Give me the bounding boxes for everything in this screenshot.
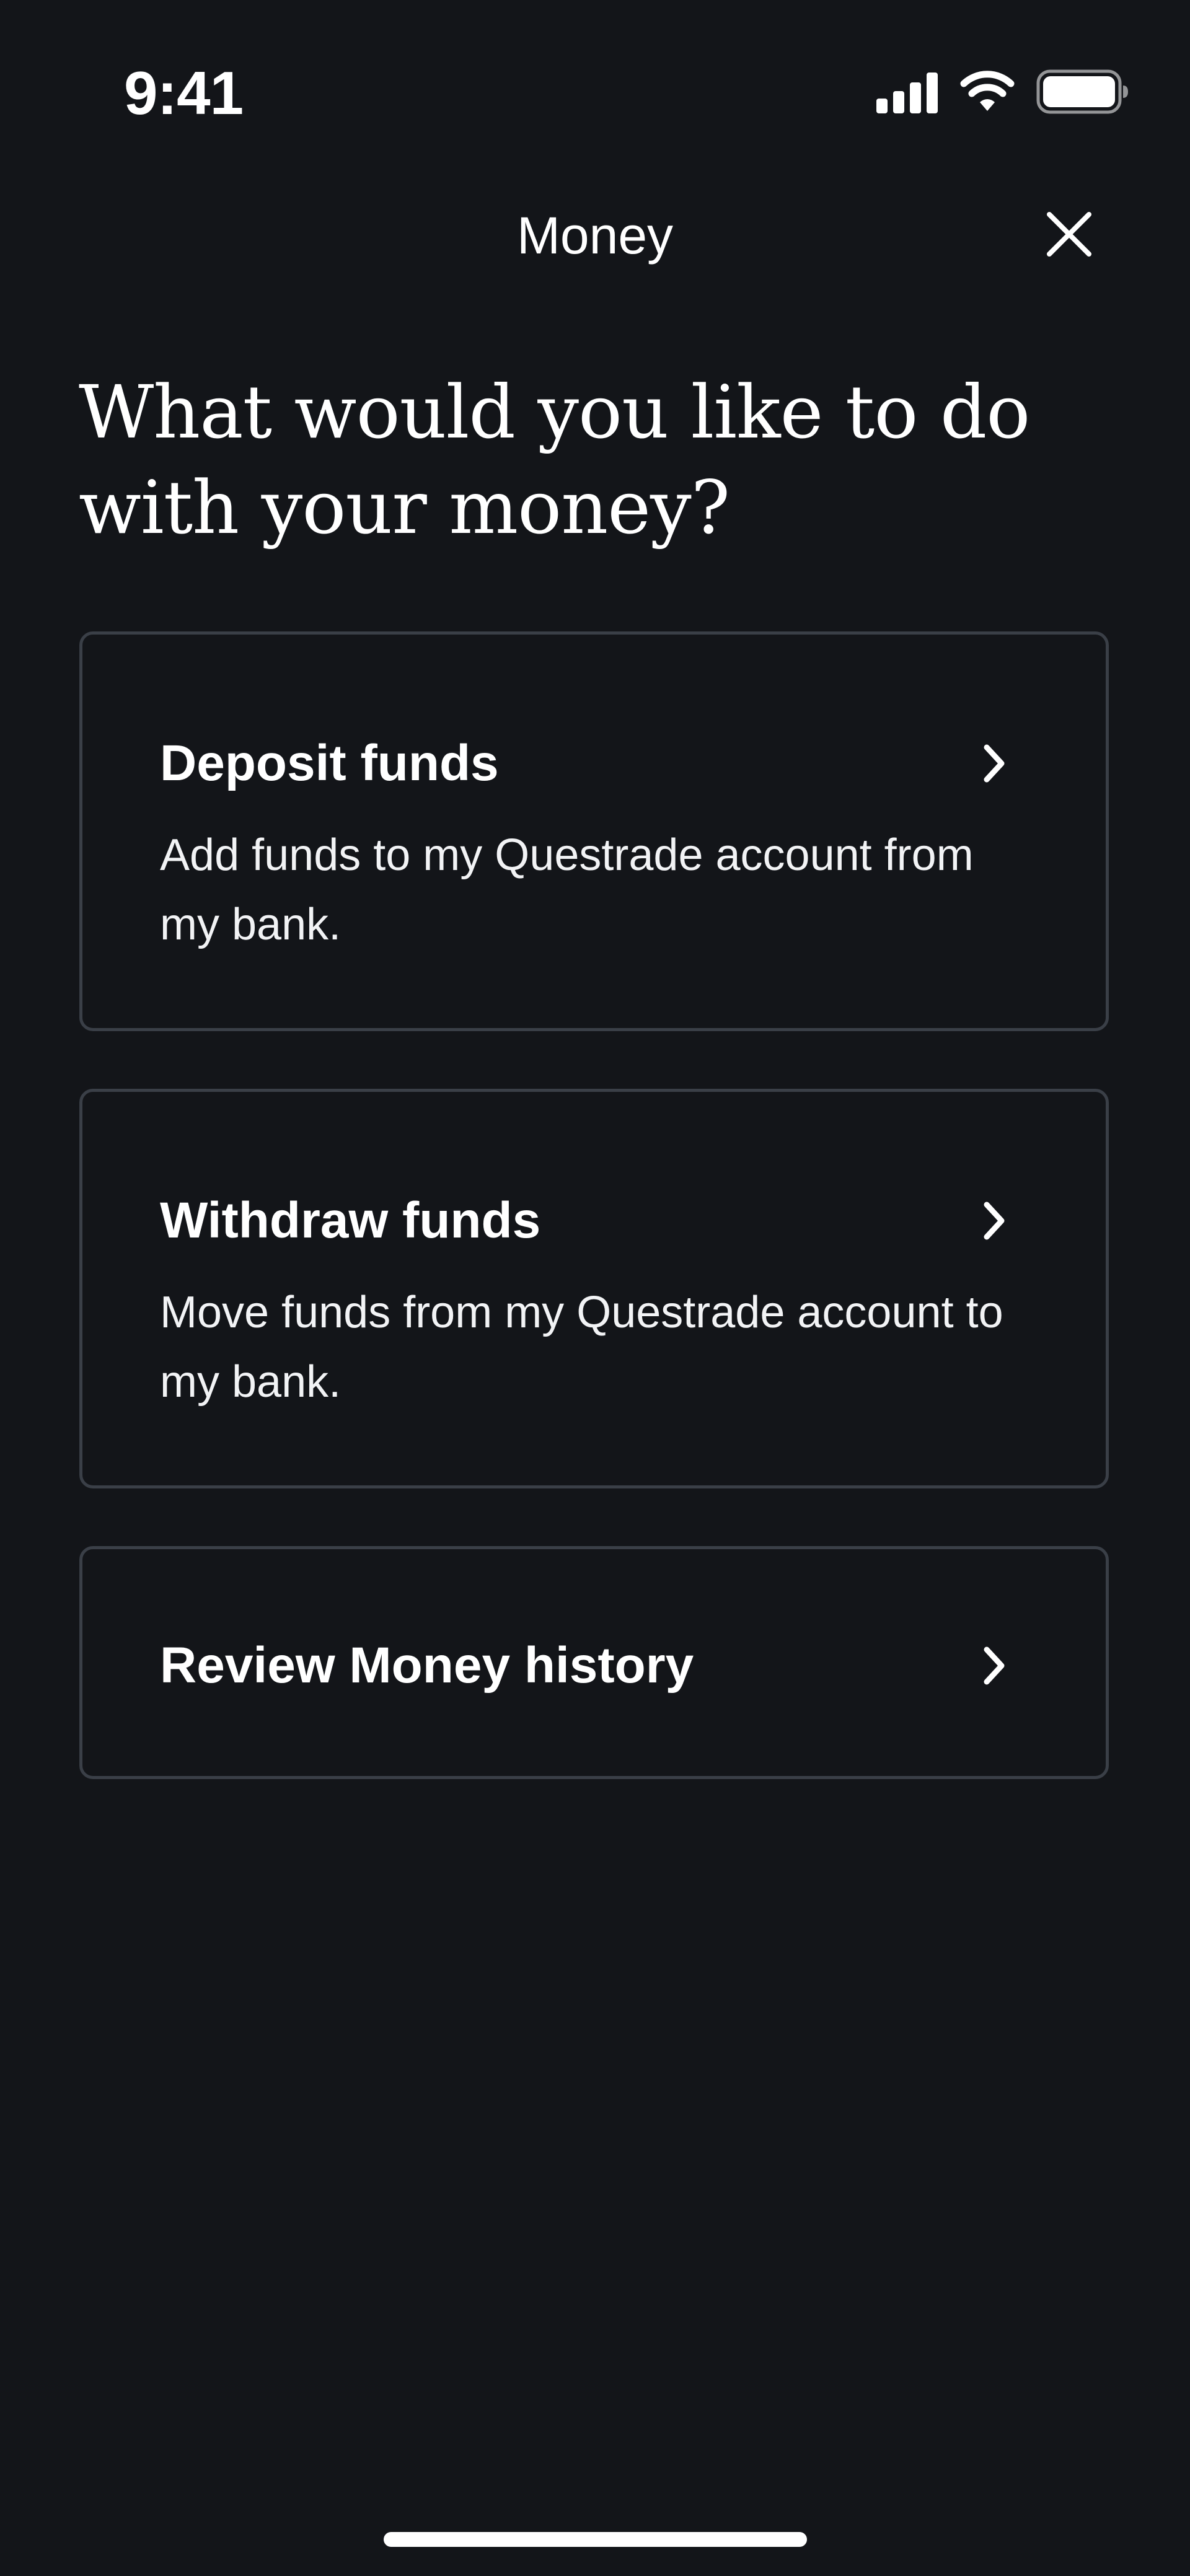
chevron-right-icon [976,1641,1013,1690]
close-button[interactable] [1038,204,1100,266]
cellular-signal-icon [876,70,938,116]
review-money-history-card[interactable]: Review Money history [79,1546,1109,1779]
close-icon [1046,211,1093,261]
nav-header: Money [0,186,1190,285]
deposit-funds-description: Add funds to my Questrade account from m… [160,830,974,949]
status-time: 9:41 [124,59,244,127]
headline: What would you like to do with your mone… [79,369,1030,550]
withdraw-funds-card[interactable]: Withdraw funds Move funds from my Questr… [79,1089,1109,1488]
withdraw-funds-title: Withdraw funds [160,1192,541,1249]
review-money-history-title: Review Money history [160,1637,694,1694]
withdraw-funds-description: Move funds from my Questrade account to … [160,1288,1003,1407]
wifi-icon [959,70,1015,116]
status-icons [876,69,1129,117]
home-indicator[interactable] [384,2532,807,2547]
chevron-right-icon [976,1196,1013,1246]
page-title: Money [516,206,674,265]
status-bar: 9:41 [0,0,1190,186]
battery-icon [1036,69,1129,117]
deposit-funds-card[interactable]: Deposit funds Add funds to my Questrade … [79,631,1109,1031]
deposit-funds-title: Deposit funds [160,735,499,791]
chevron-right-icon [976,739,1013,788]
